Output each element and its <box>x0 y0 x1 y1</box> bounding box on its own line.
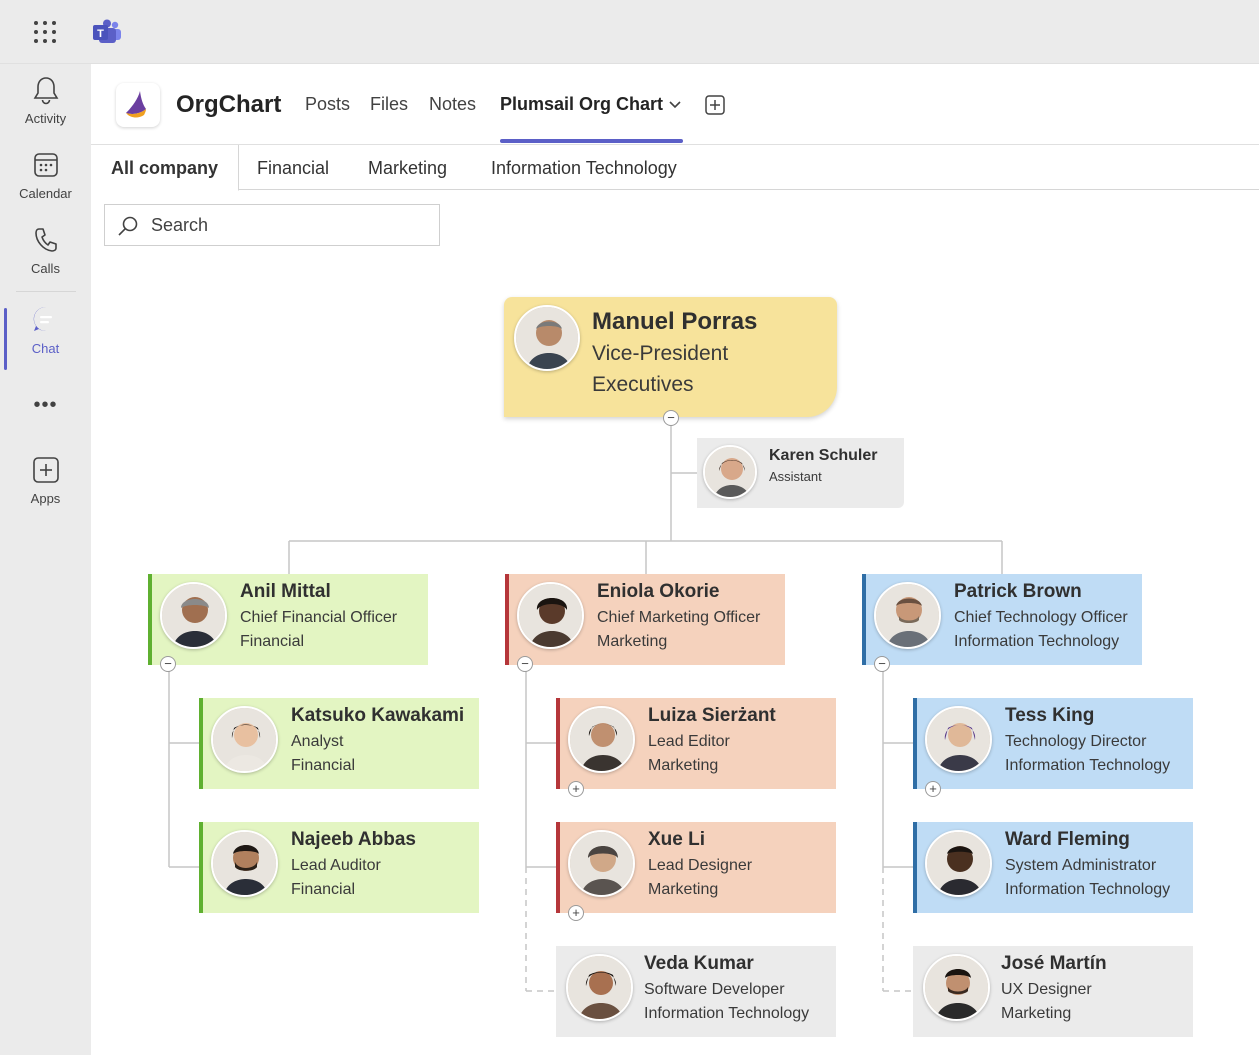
person-title: Lead Designer <box>648 857 753 874</box>
person-name: Katsuko Kawakami <box>291 705 465 726</box>
org-card-cmo[interactable]: Eniola Okorie Chief Marketing Officer Ma… <box>505 574 785 665</box>
expand-toggle[interactable]: + <box>568 781 584 797</box>
person-name: Xue Li <box>648 829 706 850</box>
collapse-toggle[interactable]: − <box>160 656 176 672</box>
person-department: Information Technology <box>954 633 1120 650</box>
person-name: Luiza Sierżant <box>648 705 776 726</box>
person-title: Lead Editor <box>648 733 730 750</box>
org-card-employee[interactable]: Tess King Technology Director Informatio… <box>913 698 1193 789</box>
org-card-assistant[interactable]: Karen Schuler Assistant <box>697 438 904 508</box>
person-department: Marketing <box>597 633 668 650</box>
person-name: José Martín <box>1001 953 1107 974</box>
org-card-employee[interactable]: José Martín UX Designer Marketing <box>913 946 1193 1037</box>
person-department: Financial <box>291 757 356 774</box>
person-department: Information Technology <box>1005 757 1171 774</box>
person-department: Financial <box>291 881 356 898</box>
org-card-employee[interactable]: Katsuko Kawakami Analyst Financial <box>199 698 479 789</box>
person-department: Marketing <box>1001 1005 1072 1022</box>
person-name: Karen Schuler <box>769 447 878 464</box>
person-title: Chief Technology Officer <box>954 609 1128 626</box>
avatar <box>923 954 990 1021</box>
person-title: Chief Financial Officer <box>240 609 398 626</box>
person-title: Vice-President <box>592 342 729 365</box>
collapse-toggle[interactable]: − <box>517 656 533 672</box>
org-card-cto[interactable]: Patrick Brown Chief Technology Officer I… <box>862 574 1142 665</box>
person-department: Executives <box>592 373 694 396</box>
expand-toggle[interactable]: + <box>925 781 941 797</box>
collapse-toggle[interactable]: − <box>874 656 890 672</box>
person-name: Anil Mittal <box>240 581 331 602</box>
person-title: System Administrator <box>1005 857 1157 874</box>
person-title: Lead Auditor <box>291 857 381 874</box>
teams-window: T Activity Calendar Calls Chat ••• Apps <box>0 0 1259 1055</box>
person-department: Marketing <box>648 881 719 898</box>
org-card-employee[interactable]: Ward Fleming System Administrator Inform… <box>913 822 1193 913</box>
avatar <box>211 706 278 773</box>
person-name: Ward Fleming <box>1005 829 1130 850</box>
avatar <box>211 830 278 897</box>
expand-toggle[interactable]: + <box>568 905 584 921</box>
avatar <box>874 582 941 649</box>
org-card-employee[interactable]: Najeeb Abbas Lead Auditor Financial <box>199 822 479 913</box>
person-title: Chief Marketing Officer <box>597 609 761 626</box>
avatar <box>568 706 635 773</box>
avatar <box>925 830 992 897</box>
org-card-employee[interactable]: Luiza Sierżant Lead Editor Marketing <box>556 698 836 789</box>
person-department: Information Technology <box>644 1005 810 1022</box>
org-card-employee[interactable]: Veda Kumar Software Developer Informatio… <box>556 946 836 1037</box>
person-name: Tess King <box>1005 705 1095 726</box>
person-department: Financial <box>240 633 305 650</box>
avatar <box>568 830 635 897</box>
avatar <box>160 582 227 649</box>
org-card-cfo[interactable]: Anil Mittal Chief Financial Officer Fina… <box>148 574 428 665</box>
person-title: Technology Director <box>1005 733 1147 750</box>
person-name: Manuel Porras <box>592 308 758 335</box>
avatar <box>703 445 757 499</box>
person-name: Najeeb Abbas <box>291 829 416 850</box>
person-department: Information Technology <box>1005 881 1171 898</box>
avatar <box>514 305 580 371</box>
person-title: Assistant <box>769 469 822 484</box>
org-card-root[interactable]: Manuel Porras Vice-President Executives <box>504 297 837 417</box>
collapse-toggle[interactable]: − <box>663 410 679 426</box>
person-name: Patrick Brown <box>954 581 1082 602</box>
org-card-employee[interactable]: Xue Li Lead Designer Marketing <box>556 822 836 913</box>
avatar <box>517 582 584 649</box>
person-title: UX Designer <box>1001 981 1092 998</box>
person-name: Eniola Okorie <box>597 581 720 602</box>
person-name: Veda Kumar <box>644 953 754 974</box>
person-department: Marketing <box>648 757 719 774</box>
avatar <box>925 706 992 773</box>
person-title: Analyst <box>291 733 344 750</box>
person-title: Software Developer <box>644 981 785 998</box>
avatar <box>566 954 633 1021</box>
